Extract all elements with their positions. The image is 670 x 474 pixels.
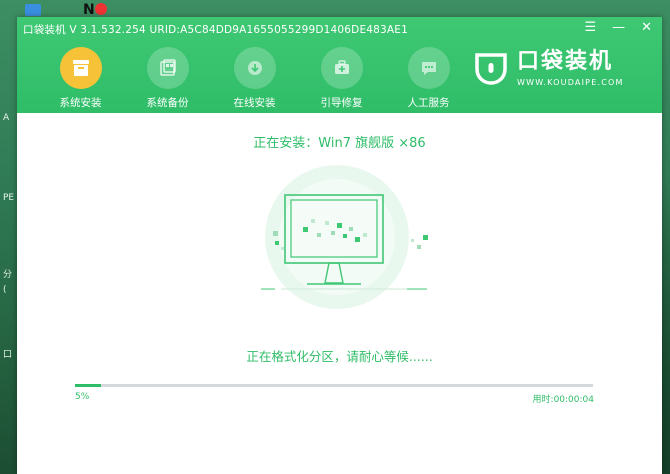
nav-label: 在线安装 bbox=[233, 97, 276, 109]
menu-button[interactable]: ☰ bbox=[584, 21, 596, 35]
installer-window: 口袋装机 V 3.1.532.254 URID:A5C84DD9A1655055… bbox=[17, 17, 662, 474]
monitor-illustration bbox=[261, 165, 428, 309]
nav-item-chat-service[interactable]: 人工服务 bbox=[385, 47, 472, 110]
desktop-app-red-icon[interactable] bbox=[95, 3, 107, 15]
chat-service-icon bbox=[421, 62, 436, 75]
logo-text: 口袋装机 WWW.KOUDAIPE.COM bbox=[517, 49, 624, 88]
system-install-icon bbox=[72, 60, 89, 76]
progress-percent: 5% bbox=[75, 392, 90, 402]
online-install-icon bbox=[247, 61, 262, 75]
desktop-glyph: ( bbox=[3, 285, 7, 295]
nav-label: 系统安装 bbox=[59, 97, 102, 109]
minimize-button[interactable]: — bbox=[612, 21, 625, 35]
elapsed-time: 用时:00:00:04 bbox=[532, 395, 594, 405]
nav-item-system-install[interactable]: 系统安装 bbox=[37, 47, 124, 110]
desktop-glyph: PE bbox=[3, 193, 15, 203]
nav-icon-wrap bbox=[233, 47, 276, 89]
nav-icon-wrap bbox=[146, 47, 189, 89]
nav-label: 引导修复 bbox=[320, 97, 363, 109]
desktop-computer-icon[interactable] bbox=[25, 4, 41, 16]
nav-icon-wrap bbox=[59, 47, 102, 89]
nav-icon-wrap bbox=[407, 47, 450, 89]
nav-icon-wrap bbox=[320, 47, 363, 89]
nav-item-boot-repair[interactable]: 引导修复 bbox=[298, 47, 385, 110]
install-panel: 正在安装：Win7 旗舰版 ×86 正在格式化分区，请耐心等候...... 5%… bbox=[17, 113, 662, 474]
logo-name: 口袋装机 bbox=[517, 49, 614, 74]
desktop-glyph: A bbox=[3, 113, 10, 123]
nav-item-system-backup[interactable]: 系统备份 bbox=[124, 47, 211, 110]
brand-logo: 口袋装机 WWW.KOUDAIPE.COM bbox=[473, 50, 624, 87]
install-status-text: 正在格式化分区，请耐心等候...... bbox=[246, 349, 433, 364]
desktop-edge: A PE 分 ( 口 bbox=[0, 0, 17, 474]
install-progress-fill bbox=[75, 384, 101, 387]
desktop-glyph: 口 bbox=[3, 350, 13, 360]
window-controls: ☰ — ✕ bbox=[584, 21, 652, 35]
boot-repair-icon bbox=[334, 60, 349, 74]
system-backup-icon bbox=[159, 59, 176, 76]
close-button[interactable]: ✕ bbox=[641, 21, 652, 35]
window-title: 口袋装机 V 3.1.532.254 URID:A5C84DD9A1655055… bbox=[23, 24, 409, 36]
nav-label: 人工服务 bbox=[407, 97, 450, 109]
nav-label: 系统备份 bbox=[146, 97, 189, 109]
desktop-glyph: 分 bbox=[3, 270, 13, 280]
install-progress-bar bbox=[75, 384, 593, 387]
main-nav: 系统安装 系统备份 在线安装 引导修复 人工服务 bbox=[37, 47, 472, 110]
nav-item-online-install[interactable]: 在线安装 bbox=[211, 47, 298, 110]
window-header: 口袋装机 V 3.1.532.254 URID:A5C84DD9A1655055… bbox=[17, 17, 662, 113]
install-title: 正在安装：Win7 旗舰版 ×86 bbox=[253, 136, 426, 151]
desktop-app-n-icon[interactable]: N bbox=[83, 2, 95, 18]
logo-url: WWW.KOUDAIPE.COM bbox=[517, 78, 624, 87]
pocket-logo-icon bbox=[475, 52, 507, 85]
